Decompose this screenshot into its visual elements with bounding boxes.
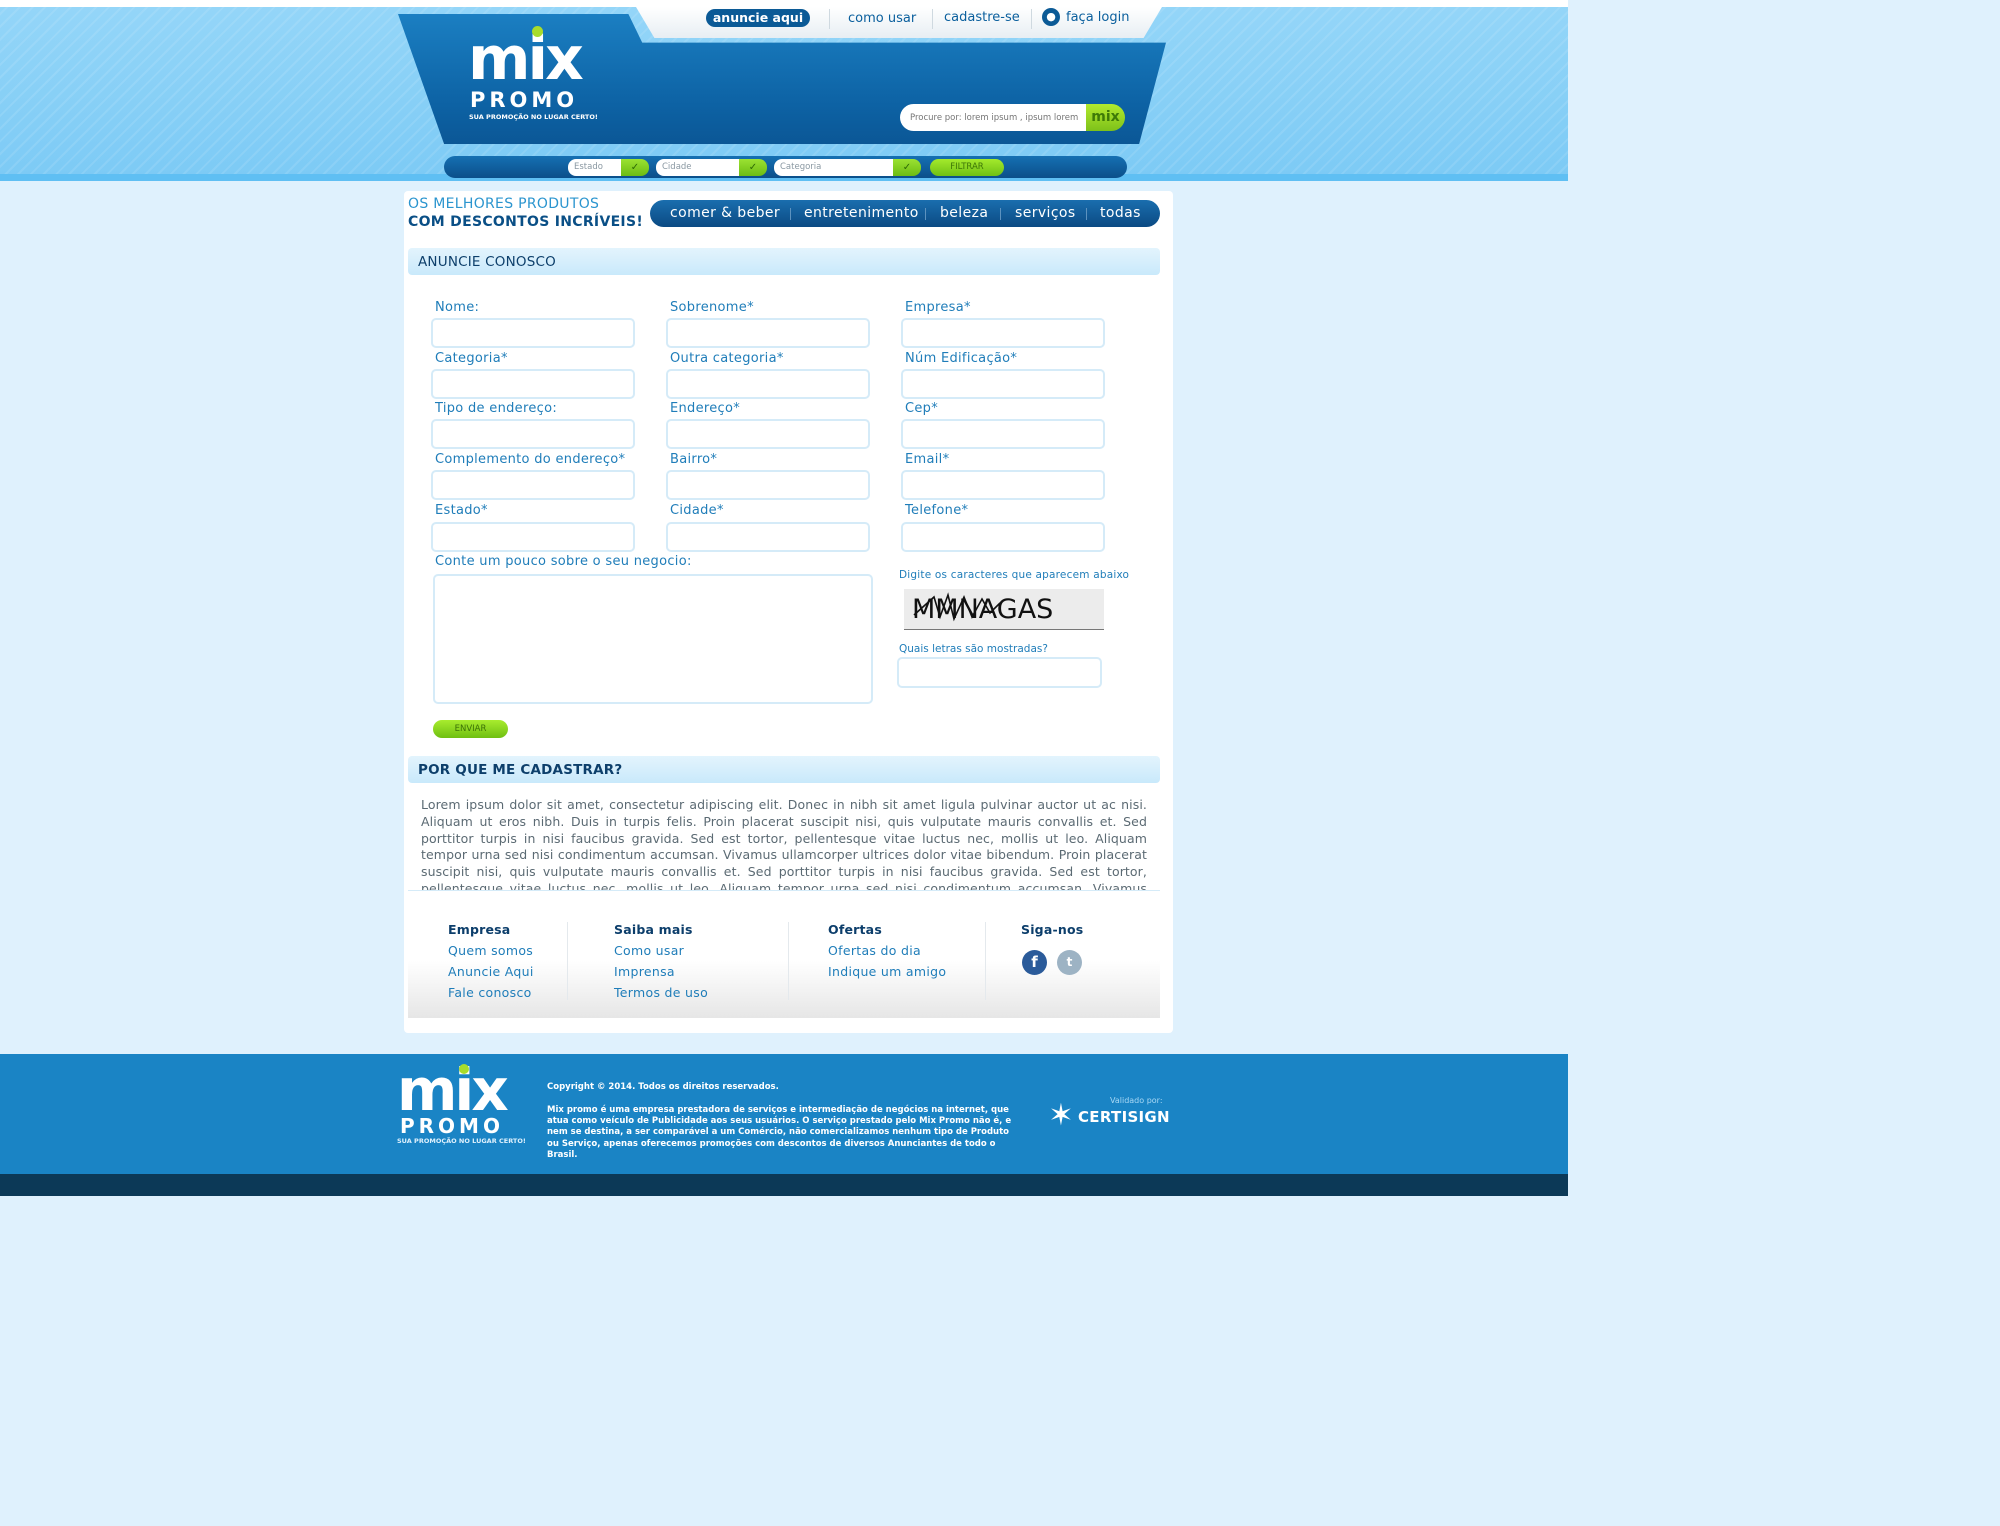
footer-link-anuncie-aqui[interactable]: Anuncie Aqui xyxy=(448,964,534,980)
tagline-line-1: OS MELHORES PRODUTOS xyxy=(408,196,600,212)
category-comer-beber[interactable]: comer & beber xyxy=(670,205,780,222)
cidade-select[interactable]: Cidade xyxy=(656,159,739,176)
label-email: Email* xyxy=(905,452,950,467)
label-sobrenome: Sobrenome* xyxy=(670,300,754,315)
chevron-down-icon[interactable]: ✓ xyxy=(893,159,921,176)
tagline-line-2: COM DESCONTOS INCRÍVEIS! xyxy=(408,214,644,230)
search-button[interactable]: mix xyxy=(1086,104,1125,131)
footer-col-siga-title: Siga-nos xyxy=(1021,922,1084,937)
nav-anuncie-aqui[interactable]: anuncie aqui xyxy=(706,9,810,27)
empresa-input[interactable] xyxy=(901,318,1105,348)
label-categoria: Categoria* xyxy=(435,351,508,366)
section-title-anuncie: ANUNCIE CONOSCO xyxy=(418,254,556,270)
footer-link-termos[interactable]: Termos de uso xyxy=(614,985,708,1001)
category-beleza[interactable]: beleza xyxy=(940,205,988,222)
label-num-edificacao: Núm Edificação* xyxy=(905,351,1018,366)
captcha-graphic: MMNAGAS xyxy=(912,592,1053,625)
label-cidade: Cidade* xyxy=(670,503,724,518)
label-complemento: Complemento do endereço* xyxy=(435,452,626,467)
nav-faca-login[interactable]: faça login xyxy=(1066,10,1129,26)
filtrar-button[interactable]: FILTRAR xyxy=(930,159,1004,176)
category-divider xyxy=(790,208,791,220)
nav-divider xyxy=(932,9,933,29)
label-empresa: Empresa* xyxy=(905,300,971,315)
category-divider xyxy=(925,208,926,220)
category-divider xyxy=(1000,208,1001,220)
nav-cadastre-se[interactable]: cadastre-se xyxy=(944,10,1020,26)
label-nome: Nome: xyxy=(435,300,480,315)
nav-divider xyxy=(1031,9,1032,29)
chevron-down-icon[interactable]: ✓ xyxy=(621,159,649,176)
chevron-down-icon[interactable]: ✓ xyxy=(739,159,767,176)
label-outra-categoria: Outra categoria* xyxy=(670,351,784,366)
footer-col-ofertas-title: Ofertas xyxy=(828,922,882,937)
nav-como-usar[interactable]: como usar xyxy=(848,11,916,27)
company-about-text: Mix promo é uma empresa prestadora de se… xyxy=(547,1105,1012,1160)
sobre-negocio-textarea[interactable] xyxy=(433,574,873,704)
bairro-input[interactable] xyxy=(666,470,870,500)
label-bairro: Bairro* xyxy=(670,452,718,467)
section-title-why: POR QUE ME CADASTRAR? xyxy=(418,762,623,778)
search-input[interactable] xyxy=(910,108,1082,127)
footer-logo-promo[interactable]: PROMO xyxy=(400,1115,504,1137)
cidade-input[interactable] xyxy=(666,522,870,552)
copyright-text: Copyright © 2014. Todos os direitos rese… xyxy=(547,1082,779,1092)
user-lock-icon[interactable]: ● xyxy=(1042,8,1060,26)
footer-link-imprensa[interactable]: Imprensa xyxy=(614,964,675,980)
label-cep: Cep* xyxy=(905,401,939,416)
footer-divider xyxy=(985,922,986,1000)
footer-link-ofertas-do-dia[interactable]: Ofertas do dia xyxy=(828,943,921,959)
logo-mix-text[interactable]: mix xyxy=(468,24,588,94)
logo-dot xyxy=(532,26,543,37)
label-sobre-negocio: Conte um pouco sobre o seu negocio: xyxy=(435,554,692,569)
footer-divider xyxy=(788,922,789,1000)
footer-logo-dot xyxy=(459,1064,469,1074)
endereco-input[interactable] xyxy=(666,419,870,449)
estado-input[interactable] xyxy=(431,522,635,552)
footer-link-como-usar[interactable]: Como usar xyxy=(614,943,684,959)
footer-link-fale-conosco[interactable]: Fale conosco xyxy=(448,985,532,1001)
validado-label: Validado por: xyxy=(1110,1096,1163,1105)
category-entretenimento[interactable]: entretenimento xyxy=(804,205,919,222)
label-telefone: Telefone* xyxy=(905,503,969,518)
telefone-input[interactable] xyxy=(901,522,1105,552)
footer-col-empresa-title: Empresa xyxy=(448,922,511,937)
email-input[interactable] xyxy=(901,470,1105,500)
enviar-button[interactable]: ENVIAR xyxy=(433,720,508,738)
certisign-logo-text: CERTISIGN xyxy=(1078,1108,1170,1126)
captcha-image: MMNAGAS xyxy=(904,589,1104,630)
footer-divider xyxy=(567,922,568,1000)
footer-link-indique[interactable]: Indique um amigo xyxy=(828,964,946,980)
category-servicos[interactable]: serviços xyxy=(1015,205,1076,222)
captcha-label: Digite os caracteres que aparecem abaixo xyxy=(899,569,1130,581)
num-edificacao-input[interactable] xyxy=(901,369,1105,399)
cep-input[interactable] xyxy=(901,419,1105,449)
sobrenome-input[interactable] xyxy=(666,318,870,348)
nav-divider xyxy=(829,9,830,29)
categoria-input[interactable] xyxy=(431,369,635,399)
category-divider xyxy=(1086,208,1087,220)
categoria-select[interactable]: Categoria xyxy=(774,159,893,176)
footer-bottom-strip xyxy=(0,1174,1568,1196)
facebook-icon[interactable]: f xyxy=(1022,950,1047,975)
header-top-strip xyxy=(0,0,1568,7)
captcha-question: Quais letras são mostradas? xyxy=(899,643,1048,655)
label-estado: Estado* xyxy=(435,503,488,518)
footer-logo-tagline: SUA PROMOÇÃO NO LUGAR CERTO! xyxy=(397,1137,526,1145)
label-endereco: Endereço* xyxy=(670,401,741,416)
footer-link-quem-somos[interactable]: Quem somos xyxy=(448,943,533,959)
certisign-logo-icon: ✶ xyxy=(1048,1098,1074,1133)
outra-categoria-input[interactable] xyxy=(666,369,870,399)
label-tipo-endereco: Tipo de endereço: xyxy=(435,401,557,416)
category-todas[interactable]: todas xyxy=(1100,205,1141,222)
logo-promo-text[interactable]: PROMO xyxy=(470,88,590,112)
twitter-icon[interactable]: t xyxy=(1057,950,1082,975)
nome-input[interactable] xyxy=(431,318,635,348)
estado-select[interactable]: Estado xyxy=(568,159,621,176)
tipo-endereco-input[interactable] xyxy=(431,419,635,449)
footer-col-saiba-title: Saiba mais xyxy=(614,922,693,937)
logo-tagline: SUA PROMOÇÃO NO LUGAR CERTO! xyxy=(469,113,598,121)
complemento-input[interactable] xyxy=(431,470,635,500)
captcha-input[interactable] xyxy=(897,657,1102,688)
